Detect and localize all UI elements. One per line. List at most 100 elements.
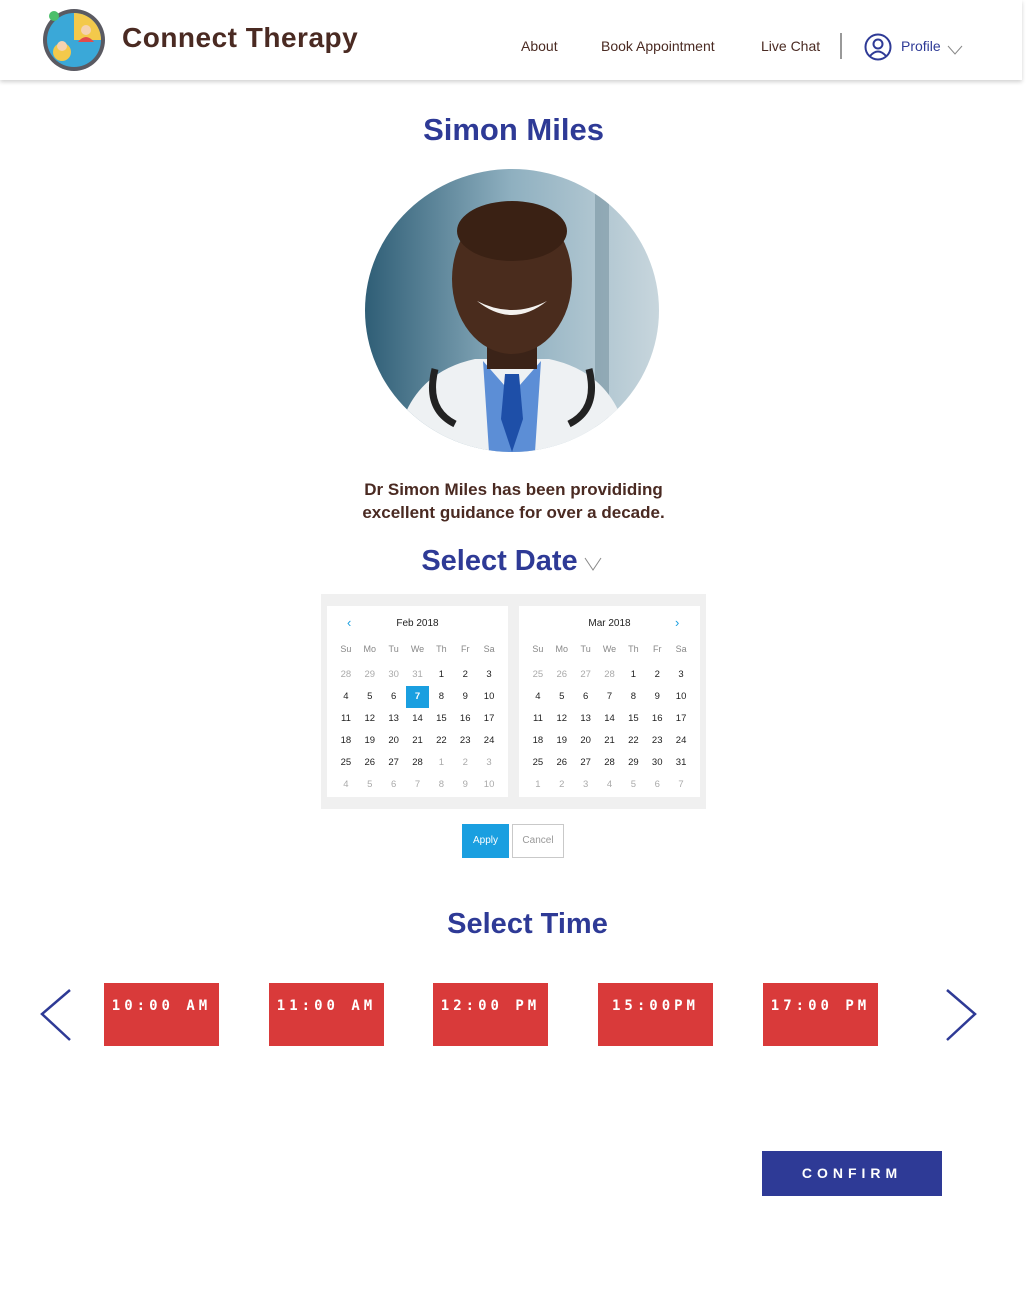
calendar-day[interactable]: 17 bbox=[477, 708, 501, 730]
calendar-day[interactable]: 1 bbox=[429, 664, 453, 686]
calendar-day[interactable]: 19 bbox=[358, 730, 382, 752]
calendar-day[interactable]: 11 bbox=[526, 708, 550, 730]
calendar-day[interactable]: 22 bbox=[621, 730, 645, 752]
calendar-day[interactable]: 30 bbox=[645, 752, 669, 774]
nav-live-chat[interactable]: Live Chat bbox=[761, 38, 820, 54]
select-date-title[interactable]: Select Date bbox=[0, 545, 1013, 578]
calendar-day[interactable]: 9 bbox=[645, 686, 669, 708]
calendar-day[interactable]: 12 bbox=[358, 708, 382, 730]
calendar-day[interactable]: 15 bbox=[429, 708, 453, 730]
calendar-day[interactable]: 2 bbox=[645, 664, 669, 686]
calendar-day[interactable]: 10 bbox=[477, 774, 501, 796]
brand-title[interactable]: Connect Therapy bbox=[122, 22, 358, 54]
calendar-day[interactable]: 10 bbox=[669, 686, 693, 708]
calendar-day[interactable]: 19 bbox=[550, 730, 574, 752]
time-slot-button[interactable]: 11:00 AM bbox=[269, 983, 384, 1046]
calendar-day[interactable]: 4 bbox=[598, 774, 622, 796]
calendar-day[interactable]: 2 bbox=[453, 752, 477, 774]
calendar-day[interactable]: 24 bbox=[669, 730, 693, 752]
calendar-day[interactable]: 23 bbox=[453, 730, 477, 752]
calendar-day[interactable]: 4 bbox=[334, 686, 358, 708]
calendar-day[interactable]: 17 bbox=[669, 708, 693, 730]
calendar-day[interactable]: 4 bbox=[526, 686, 550, 708]
calendar-day[interactable]: 8 bbox=[429, 774, 453, 796]
user-avatar-icon[interactable] bbox=[864, 33, 892, 61]
calendar-day[interactable]: 14 bbox=[406, 708, 430, 730]
calendar-day[interactable]: 26 bbox=[550, 664, 574, 686]
calendar-day[interactable]: 25 bbox=[526, 752, 550, 774]
calendar-day[interactable]: 20 bbox=[574, 730, 598, 752]
time-slot-button[interactable]: 12:00 PM bbox=[433, 983, 548, 1046]
calendar-day[interactable]: 5 bbox=[621, 774, 645, 796]
chevron-down-icon[interactable] bbox=[947, 42, 963, 55]
calendar-day[interactable]: 20 bbox=[382, 730, 406, 752]
calendar-day[interactable]: 26 bbox=[550, 752, 574, 774]
calendar-day[interactable]: 28 bbox=[406, 752, 430, 774]
apply-button[interactable]: Apply bbox=[462, 824, 509, 858]
calendar-day[interactable]: 4 bbox=[334, 774, 358, 796]
calendar-day[interactable]: 7 bbox=[598, 686, 622, 708]
time-slot-button[interactable]: 15:00PM bbox=[598, 983, 713, 1046]
calendar-day[interactable]: 9 bbox=[453, 686, 477, 708]
calendar-day[interactable]: 11 bbox=[334, 708, 358, 730]
calendar-day[interactable]: 8 bbox=[429, 686, 453, 708]
calendar-day[interactable]: 29 bbox=[358, 664, 382, 686]
calendar-day[interactable]: 3 bbox=[477, 752, 501, 774]
calendar-day[interactable]: 3 bbox=[574, 774, 598, 796]
chevron-down-icon[interactable] bbox=[584, 557, 602, 571]
calendar-day[interactable]: 16 bbox=[645, 708, 669, 730]
calendar-day[interactable]: 6 bbox=[645, 774, 669, 796]
calendar-day[interactable]: 30 bbox=[382, 664, 406, 686]
calendar-day[interactable]: 3 bbox=[669, 664, 693, 686]
calendar-day[interactable]: 12 bbox=[550, 708, 574, 730]
calendar-day[interactable]: 27 bbox=[574, 664, 598, 686]
calendar-day[interactable]: 25 bbox=[334, 752, 358, 774]
calendar-day[interactable]: 18 bbox=[334, 730, 358, 752]
calendar-day[interactable]: 28 bbox=[598, 752, 622, 774]
calendar-day[interactable]: 9 bbox=[453, 774, 477, 796]
chevron-left-icon[interactable] bbox=[38, 988, 74, 1042]
calendar-day[interactable]: 15 bbox=[621, 708, 645, 730]
calendar-day[interactable]: 28 bbox=[598, 664, 622, 686]
calendar-day[interactable]: 24 bbox=[477, 730, 501, 752]
calendar-day[interactable]: 7 bbox=[405, 686, 430, 708]
calendar-day[interactable]: 23 bbox=[645, 730, 669, 752]
calendar-day[interactable]: 27 bbox=[382, 752, 406, 774]
time-slot-button[interactable]: 17:00 PM bbox=[763, 983, 878, 1046]
calendar-day[interactable]: 7 bbox=[406, 774, 430, 796]
calendar-day[interactable]: 6 bbox=[382, 686, 406, 708]
time-slot-button[interactable]: 10:00 AM bbox=[104, 983, 219, 1046]
calendar-day[interactable]: 5 bbox=[358, 774, 382, 796]
calendar-day[interactable]: 1 bbox=[621, 664, 645, 686]
calendar-day[interactable]: 13 bbox=[574, 708, 598, 730]
calendar-day[interactable]: 6 bbox=[382, 774, 406, 796]
calendar-day[interactable]: 6 bbox=[574, 686, 598, 708]
calendar-day[interactable]: 26 bbox=[358, 752, 382, 774]
calendar-day[interactable]: 25 bbox=[526, 664, 550, 686]
calendar-day[interactable]: 27 bbox=[574, 752, 598, 774]
calendar-day[interactable]: 31 bbox=[669, 752, 693, 774]
calendar-day[interactable]: 2 bbox=[550, 774, 574, 796]
calendar-day[interactable]: 13 bbox=[382, 708, 406, 730]
calendar-day[interactable]: 16 bbox=[453, 708, 477, 730]
cancel-button[interactable]: Cancel bbox=[512, 824, 564, 858]
calendar-day[interactable]: 28 bbox=[334, 664, 358, 686]
calendar-day[interactable]: 1 bbox=[526, 774, 550, 796]
calendar-day[interactable]: 21 bbox=[406, 730, 430, 752]
calendar-day[interactable]: 21 bbox=[598, 730, 622, 752]
calendar-day[interactable]: 1 bbox=[429, 752, 453, 774]
calendar-day[interactable]: 10 bbox=[477, 686, 501, 708]
nav-book-appointment[interactable]: Book Appointment bbox=[601, 38, 715, 54]
calendar-day[interactable]: 5 bbox=[550, 686, 574, 708]
calendar-day[interactable]: 3 bbox=[477, 664, 501, 686]
confirm-button[interactable]: CONFIRM bbox=[762, 1151, 942, 1196]
calendar-day[interactable]: 7 bbox=[669, 774, 693, 796]
calendar-day[interactable]: 2 bbox=[453, 664, 477, 686]
calendar-day[interactable]: 8 bbox=[621, 686, 645, 708]
profile-menu[interactable]: Profile bbox=[901, 38, 941, 54]
chevron-right-icon[interactable] bbox=[943, 988, 979, 1042]
nav-about[interactable]: About bbox=[521, 38, 558, 54]
calendar-day[interactable]: 22 bbox=[429, 730, 453, 752]
calendar-day[interactable]: 5 bbox=[358, 686, 382, 708]
calendar-day[interactable]: 31 bbox=[406, 664, 430, 686]
